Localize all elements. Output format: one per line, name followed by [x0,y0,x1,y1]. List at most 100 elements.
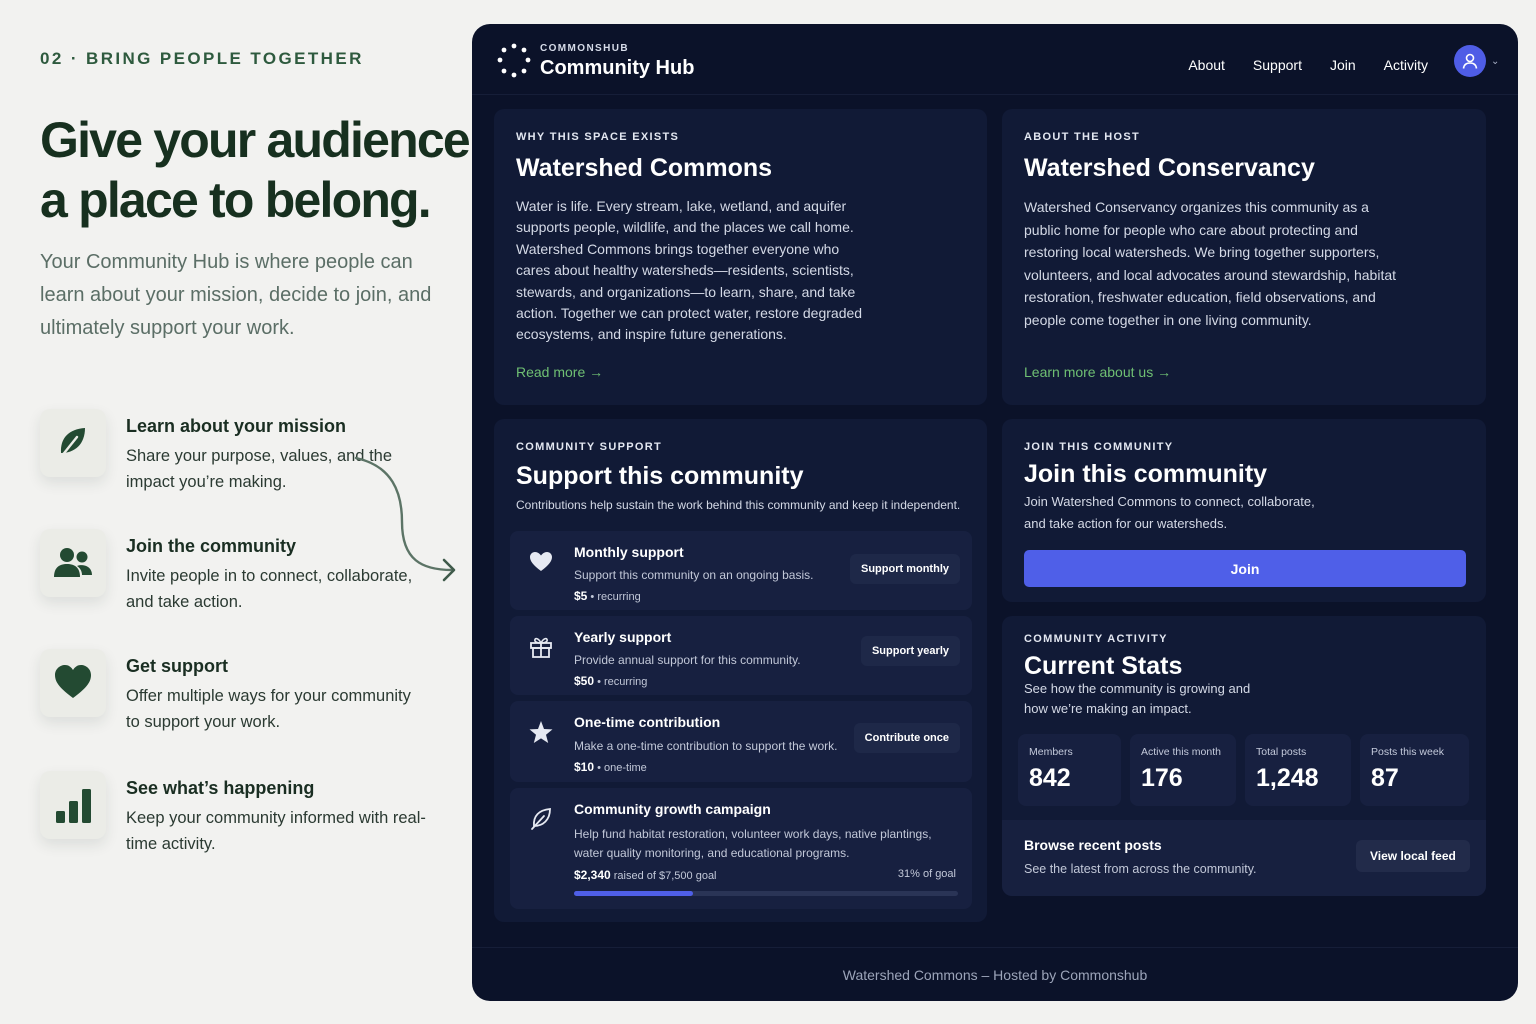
stat-label: Total posts [1256,746,1307,758]
option-title: One-time contribution [574,714,721,730]
chevron-down-icon[interactable]: ⌄ [1491,56,1499,67]
option-frequency: • recurring [587,591,641,603]
nav-support[interactable]: Support [1253,57,1302,73]
learn-more-link[interactable]: Learn more about us → [1024,364,1171,380]
stat-value: 842 [1029,764,1071,792]
stats-kicker: COMMUNITY ACTIVITY [1024,633,1168,645]
option-title: Yearly support [574,629,672,645]
campaign-card: Community growth campaign Help fund habi… [510,788,972,909]
user-icon [1462,53,1478,69]
footer: Watershed Commons – Hosted by Commonshub [472,947,1518,1001]
support-card: COMMUNITY SUPPORT Support this community… [494,419,987,922]
nav-about[interactable]: About [1188,57,1225,73]
why-title: Watershed Commons [516,154,773,182]
support-monthly-button[interactable]: Support monthly [850,554,960,584]
campaign-raised-amount: $2,340 [574,868,611,882]
host-kicker: ABOUT THE HOST [1024,131,1140,143]
stat-members: Members 842 [1018,734,1121,806]
why-card: WHY THIS SPACE EXISTS Watershed Commons … [494,109,987,405]
people-icon [40,529,106,597]
lead-paragraph: Your Community Hub is where people can l… [40,251,432,339]
bar-chart-icon [40,771,106,839]
user-avatar[interactable] [1454,45,1486,77]
browse-posts-section: Browse recent posts See the latest from … [1002,820,1486,896]
support-subtitle: Contributions help sustain the work behi… [516,498,961,512]
feature-support: Get support Offer multiple ways for your… [40,649,460,731]
nav-join[interactable]: Join [1330,57,1356,73]
option-desc: Support this community on an ongoing bas… [574,568,814,582]
brand-small: COMMONSHUB [540,43,629,54]
campaign-progress-fill [574,891,694,896]
stat-active-month: Active this month 176 [1130,734,1236,806]
option-title: Monthly support [574,544,684,560]
community-hub-app: COMMONSHUB Community Hub About Support J… [472,24,1518,1001]
stats-title: Current Stats [1024,652,1183,680]
campaign-progress-track [574,891,958,896]
support-yearly-button[interactable]: Support yearly [860,636,960,666]
option-amount: $10 [574,760,595,774]
headline-line-2: a place to belong. [40,172,432,228]
feature-activity: See what’s happening Keep your community… [40,771,460,853]
gift-icon [530,637,552,658]
top-navigation: COMMONSHUB Community Hub About Support J… [472,24,1518,95]
join-button[interactable]: Join [1024,550,1466,587]
option-frequency: • one-time [594,762,647,774]
stat-value: 1,248 [1256,764,1319,792]
stat-value: 87 [1371,764,1399,792]
campaign-raised: $2,340 raised of $7,500 goal [574,868,717,882]
heart-icon [40,649,106,717]
support-title: Support this community [516,462,804,490]
option-price: $10 • one-time [574,760,647,774]
heart-icon [530,552,552,571]
option-frequency: • recurring [594,676,648,688]
campaign-desc: Help fund habitat restoration, volunteer… [574,827,932,860]
stat-label: Posts this week [1371,746,1444,758]
read-more-link[interactable]: Read more → [516,364,603,380]
campaign-goal: raised of $7,500 goal [610,870,717,882]
option-desc: Provide annual support for this communit… [574,653,801,667]
option-desc: Make a one-time contribution to support … [574,739,838,753]
join-card: JOIN THIS COMMUNITY Join this community … [1002,419,1486,602]
nav-activity[interactable]: Activity [1384,57,1428,73]
stat-label: Active this month [1141,746,1221,758]
option-amount: $50 [574,674,595,688]
campaign-percent: 31% of goal [897,868,956,880]
support-kicker: COMMUNITY SUPPORT [516,441,662,453]
feature-desc: Keep your community informed with real-t… [126,809,426,853]
option-amount: $5 [574,589,588,603]
stat-total-posts: Total posts 1,248 [1245,734,1351,806]
view-local-feed-button[interactable]: View local feed [1356,840,1470,872]
option-price: $50 • recurring [574,674,647,688]
why-body: Water is life. Every stream, lake, wetla… [516,198,863,343]
star-icon [529,721,553,743]
browse-desc: See the latest from across the community… [1024,862,1257,876]
stat-label: Members [1029,746,1073,758]
section-eyebrow: 02 · BRING PEOPLE TOGETHER [40,49,364,68]
join-kicker: JOIN THIS COMMUNITY [1024,441,1174,453]
headline: Give your audience a place to belong. [40,110,480,230]
headline-line-1: Give your audience [40,112,471,168]
contribute-once-button[interactable]: Contribute once [853,723,960,753]
feature-desc: Offer multiple ways for your community t… [126,687,411,731]
stats-body: See how the community is growing and how… [1024,681,1251,716]
support-option-one-time: One-time contribution Make a one-time co… [510,701,972,782]
campaign-title: Community growth campaign [574,801,771,817]
host-card: ABOUT THE HOST Watershed Conservancy Wat… [1002,109,1486,405]
support-option-monthly: Monthly support Support this community o… [510,531,972,610]
join-title: Join this community [1024,460,1268,488]
stat-posts-week: Posts this week 87 [1360,734,1469,806]
support-option-yearly: Yearly support Provide annual support fo… [510,616,972,695]
brand-title[interactable]: Community Hub [540,57,694,80]
why-kicker: WHY THIS SPACE EXISTS [516,131,680,143]
commonshub-logo-icon[interactable] [496,43,532,79]
option-price: $5 • recurring [574,589,641,603]
stat-value: 176 [1141,764,1183,792]
curved-arrow-icon [354,456,456,582]
host-title: Watershed Conservancy [1024,154,1315,182]
leaf-icon [40,409,106,477]
join-body: Join Watershed Commons to connect, colla… [1024,494,1315,531]
host-body: Watershed Conservancy organizes this com… [1024,199,1397,328]
stats-card: COMMUNITY ACTIVITY Current Stats See how… [1002,616,1486,896]
browse-title: Browse recent posts [1024,837,1162,853]
feature-title: Learn about your mission [126,416,347,436]
